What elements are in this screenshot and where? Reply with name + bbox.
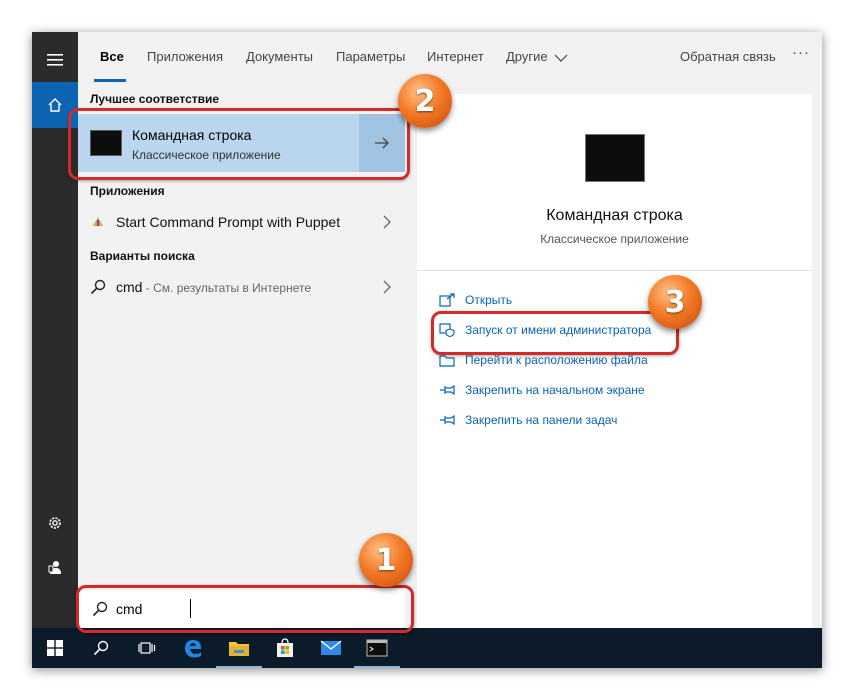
store-bag-icon [277,638,293,657]
search-icon [90,279,106,295]
cmd-icon [366,639,388,657]
windows-logo-icon [47,640,63,656]
mail-icon [320,640,342,655]
more-options-button[interactable]: ··· [792,44,810,61]
chevron-right-icon[interactable] [383,280,391,294]
tab-settings[interactable]: Параметры [336,49,405,64]
pin-icon [440,384,455,396]
folder-icon [229,642,249,656]
mail-button[interactable] [308,628,354,668]
user-icon [48,561,61,574]
edge-button[interactable] [170,628,216,668]
list-item[interactable]: cmd - См. результаты в Интернете [78,271,405,303]
active-tab-indicator [94,79,126,82]
tab-web[interactable]: Интернет [427,49,484,64]
annotation-badge-1: 1 [359,533,413,587]
start-button[interactable] [32,628,78,668]
taskbar [32,628,822,668]
tab-all[interactable]: Все [100,49,124,64]
pin-to-start-label: Закрепить на начальном экране [465,383,645,397]
preview-divider [417,270,812,271]
annotation-frame-run-as-admin [431,311,679,355]
user-button[interactable] [32,544,78,590]
pin-to-taskbar-action[interactable]: Закрепить на панели задач [439,410,617,430]
suggestion-text: cmd - См. результаты в Интернете [116,279,311,295]
chevron-down-icon [554,54,568,62]
open-icon [439,293,455,307]
preview-pane: Командная строка Классическое приложение… [417,94,812,628]
hamburger-icon [47,54,63,66]
tab-apps[interactable]: Приложения [147,49,223,64]
best-match-heading: Лучшее соответствие [90,92,220,106]
edge-icon [185,640,201,658]
store-button[interactable] [262,628,308,668]
pin-to-start-action[interactable]: Закрепить на начальном экране [439,380,645,400]
settings-button[interactable] [32,500,78,546]
pin-to-taskbar-label: Закрепить на панели задач [465,413,618,427]
list-item[interactable]: Start Command Prompt with Puppet [78,206,405,238]
search-suggestions-heading: Варианты поиска [90,249,195,263]
folder-icon [439,355,455,367]
open-action[interactable]: Открыть [439,290,512,310]
tab-other-label: Другие [506,49,548,64]
preview-subtitle: Классическое приложение [540,232,689,246]
tab-other[interactable]: Другие [506,49,568,64]
home-icon [48,98,62,112]
suggestion-suffix: - См. результаты в Интернете [142,281,312,295]
search-icon [93,640,109,656]
hamburger-menu-button[interactable] [32,37,78,83]
cmd-app-icon-large [585,134,645,182]
feedback-link[interactable]: Обратная связь [680,49,776,64]
apps-heading: Приложения [90,184,165,198]
file-explorer-button[interactable] [216,628,262,668]
active-app-indicator [216,666,262,668]
annotation-frame-search [76,585,414,633]
tab-bar: Все Приложения Документы Параметры Интер… [78,32,822,84]
suggestion-query: cmd [116,279,143,295]
command-prompt-taskbar-button[interactable] [354,628,400,668]
annotation-frame-best-match [68,108,410,180]
annotation-badge-3: 3 [648,275,702,329]
annotation-badge-2: 2 [398,74,452,128]
open-action-label: Открыть [465,293,513,307]
taskbar-search-button[interactable] [78,628,124,668]
open-file-location-label: Перейти к расположению файла [465,353,648,367]
chevron-right-icon[interactable] [383,215,391,229]
gear-icon [49,517,61,529]
puppet-icon [90,214,106,230]
tab-documents[interactable]: Документы [246,49,313,64]
task-view-button[interactable] [124,628,170,668]
task-view-icon [138,642,156,654]
preview-title: Командная строка [546,207,683,224]
active-app-indicator [354,666,400,668]
app-name: Start Command Prompt with Puppet [116,214,341,230]
pin-icon [440,414,455,426]
